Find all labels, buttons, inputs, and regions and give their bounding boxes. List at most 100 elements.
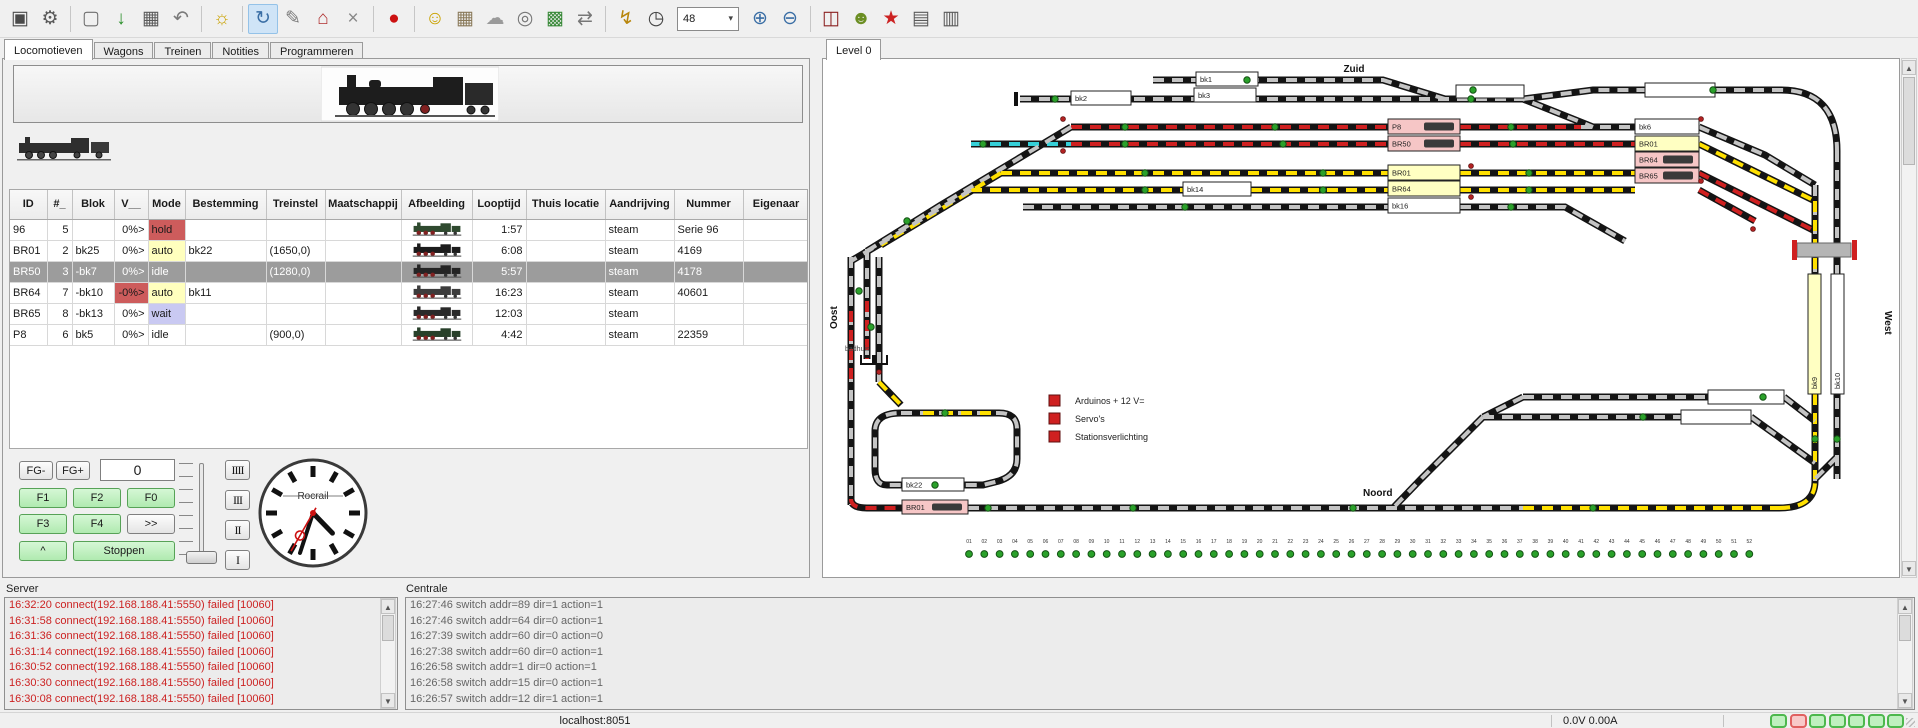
signal-green[interactable] (1272, 124, 1278, 130)
home-icon[interactable]: ⌂ (308, 4, 338, 34)
blocks-icon[interactable]: ▩ (540, 4, 570, 34)
loco-table[interactable]: ID#_BlokV__ModeBestemmingTreinstelMaatsc… (9, 189, 808, 449)
loco-row-BR01[interactable]: BR012bk250%>autobk22(1650,0)6:08steam416… (10, 240, 808, 261)
sensor-dot[interactable] (1715, 551, 1722, 558)
track-plan[interactable]: bk1bk2bk3P8BR50BR01BR64bk16bk14bk6BR01BR… (823, 59, 1899, 577)
sensor-dot[interactable] (1578, 551, 1585, 558)
signal-green[interactable] (1834, 436, 1840, 442)
col-header[interactable]: Looptijd (472, 190, 526, 219)
sensor-dot[interactable] (1272, 551, 1279, 558)
print-icon[interactable]: ▦ (136, 4, 166, 34)
edit-pen-icon[interactable]: ✎ (278, 4, 308, 34)
sensor-dot[interactable] (1654, 551, 1661, 558)
tip-lamp-icon[interactable]: ☼ (207, 4, 237, 34)
sensor-dot[interactable] (1134, 551, 1141, 558)
function-next-button[interactable]: >> (127, 514, 175, 534)
col-header[interactable]: #_ (47, 190, 72, 219)
sensor-dot[interactable] (981, 551, 988, 558)
power-icon[interactable]: ↯ (611, 4, 641, 34)
sensor-dot[interactable] (1165, 551, 1172, 558)
sensor-dot[interactable] (1624, 551, 1631, 558)
f4-button[interactable]: F4 (73, 514, 121, 534)
col-header[interactable]: Afbeelding (401, 190, 472, 219)
track-block-BR01[interactable]: BR01 (1635, 136, 1699, 151)
signal-green[interactable] (1760, 394, 1766, 400)
signal-green[interactable] (1468, 96, 1474, 102)
close-icon[interactable]: × (338, 4, 368, 34)
settings-gears-icon[interactable]: ⚙ (35, 4, 65, 34)
signal-green[interactable] (1142, 170, 1148, 176)
sensor-dot[interactable] (1425, 551, 1432, 558)
col-header[interactable]: Treinstel (266, 190, 325, 219)
sensor-dot[interactable] (1241, 551, 1248, 558)
loco-row-BR64[interactable]: BR647-bk10-0%>autobk1116:23steam40601 (10, 282, 808, 303)
sensor-dot[interactable] (1455, 551, 1462, 558)
throttle-slider-thumb[interactable] (186, 551, 217, 564)
sensor-dot[interactable] (1318, 551, 1325, 558)
sensor-dot[interactable] (1073, 551, 1080, 558)
archive-icon[interactable]: ▥ (936, 4, 966, 34)
signal-green[interactable] (1470, 87, 1476, 93)
track-block-bk2[interactable]: bk2 (1071, 91, 1131, 105)
open-folder-icon[interactable]: ▢ (76, 4, 106, 34)
track-block-BR01[interactable]: BR01 (902, 500, 968, 514)
search-icon[interactable]: ◎ (510, 4, 540, 34)
sensor-dot[interactable] (1180, 551, 1187, 558)
col-header[interactable]: Nummer (674, 190, 743, 219)
col-header[interactable]: Thuis locatie (526, 190, 605, 219)
signal-green[interactable] (1590, 505, 1596, 511)
signal-green[interactable] (1142, 187, 1148, 193)
sensor-dot[interactable] (1532, 551, 1539, 558)
sensor-dot[interactable] (1103, 551, 1110, 558)
loco-row-P8[interactable]: P86bk50%>idle(900,0)4:42steam22359 (10, 324, 808, 345)
sensor-dot[interactable] (1119, 551, 1126, 558)
signal-green[interactable] (1350, 505, 1356, 511)
signal-green[interactable] (1510, 141, 1516, 147)
signal-green[interactable] (1320, 170, 1326, 176)
signal-green[interactable] (1508, 204, 1514, 210)
loco-row-BR65[interactable]: BR658-bk130%>wait12:03steam (10, 303, 808, 324)
track-block-bk16[interactable]: bk16 (1388, 198, 1460, 213)
server-log-scrollbar[interactable]: ▲ ▼ (380, 598, 396, 709)
shuffle-icon[interactable]: ⇄ (570, 4, 600, 34)
clock-icon[interactable]: ◷ (641, 4, 671, 34)
speed-display[interactable]: 0 (100, 459, 175, 481)
zoom-out-icon[interactable]: ⊖ (775, 4, 805, 34)
users-icon[interactable]: ☻ (846, 4, 876, 34)
sensor-dot[interactable] (1012, 551, 1019, 558)
zoom-level-dropdown[interactable]: 48▾ (677, 7, 739, 31)
track-block[interactable] (1681, 410, 1751, 424)
brake-2-button[interactable]: II (225, 520, 250, 540)
track-block[interactable] (1708, 390, 1784, 404)
track-block[interactable] (1456, 85, 1524, 98)
col-header[interactable]: Bestemming (185, 190, 266, 219)
sensor-dot[interactable] (1195, 551, 1202, 558)
save-icon[interactable]: ↓ (106, 4, 136, 34)
signal-green[interactable] (868, 324, 874, 330)
sensor-dot[interactable] (1685, 551, 1692, 558)
sensor-dot[interactable] (1486, 551, 1493, 558)
signal-green[interactable] (942, 410, 948, 416)
sensor-dot[interactable] (1348, 551, 1355, 558)
signal-green[interactable] (1526, 187, 1532, 193)
col-header[interactable]: Maatschappij (325, 190, 401, 219)
sensor-dot[interactable] (1593, 551, 1600, 558)
signal-green[interactable] (1280, 141, 1286, 147)
sensor-dot[interactable] (1363, 551, 1370, 558)
sensor-dot[interactable] (1608, 551, 1615, 558)
tab-level-0[interactable]: Level 0 (826, 39, 881, 60)
sensor-dot[interactable] (1302, 551, 1309, 558)
resize-grip[interactable] (1906, 718, 1915, 727)
signal-green[interactable] (1052, 96, 1058, 102)
centrale-log-scrollbar[interactable]: ▲ ▼ (1897, 598, 1913, 709)
sensor-dot[interactable] (1639, 551, 1646, 558)
fg-minus-button[interactable]: FG- (19, 461, 53, 480)
sensor-dot[interactable] (1379, 551, 1386, 558)
f1-button[interactable]: F1 (19, 488, 67, 508)
server-log[interactable]: 16:32:20 connect(192.168.188.41:5550) fa… (4, 597, 398, 710)
signal-green[interactable] (1244, 77, 1250, 83)
brake-4-button[interactable]: IIII (225, 460, 250, 480)
track-block[interactable] (1645, 83, 1715, 97)
sensor-dot[interactable] (1547, 551, 1554, 558)
notes-icon[interactable]: ▤ (906, 4, 936, 34)
